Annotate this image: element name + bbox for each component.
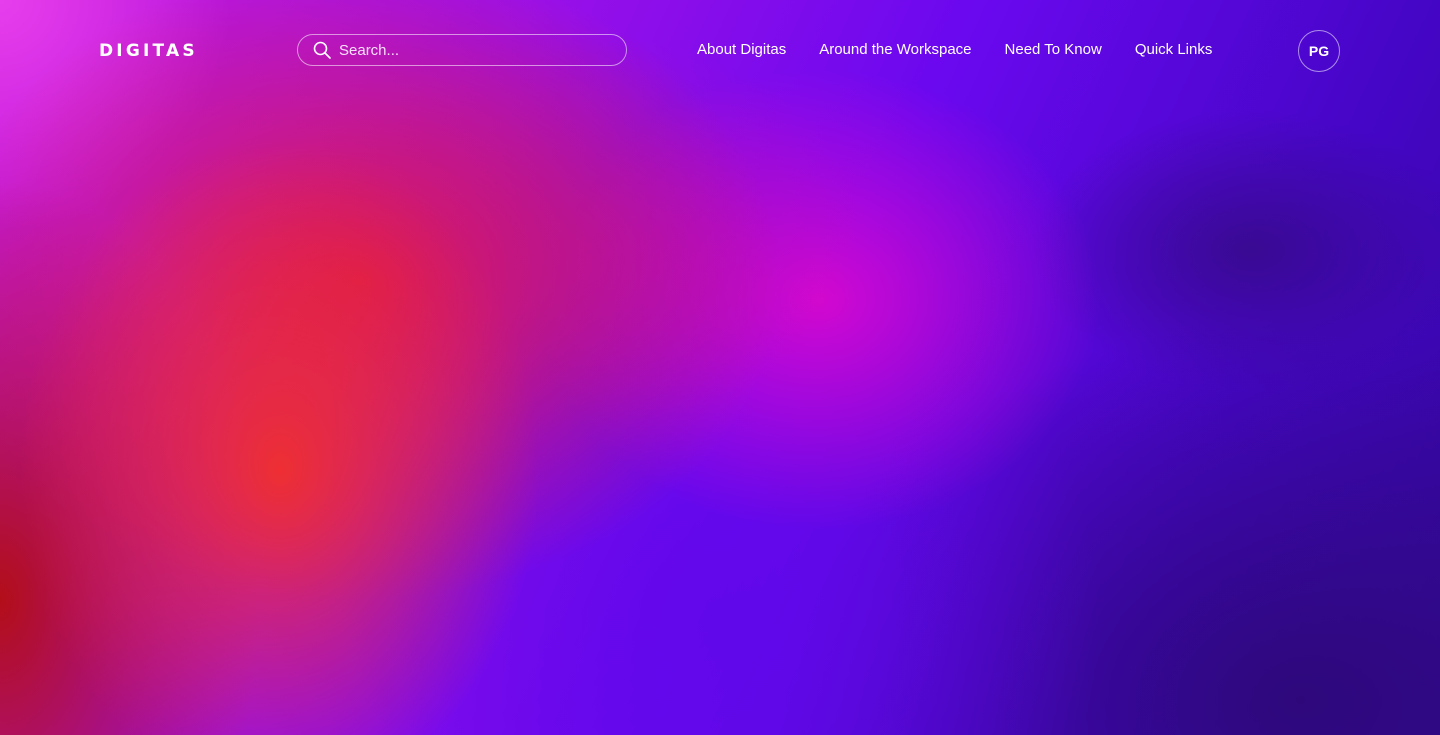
- nav-link-quick-links[interactable]: Quick Links: [1135, 41, 1213, 59]
- search-box[interactable]: [297, 34, 627, 66]
- hero-gradient-background: [0, 0, 1440, 735]
- digitas-logo[interactable]: DIGITAS: [99, 41, 198, 61]
- top-navigation-bar: DIGITAS About Digitas Around the Workspa…: [0, 0, 1440, 100]
- user-avatar[interactable]: PG: [1298, 30, 1340, 72]
- nav-link-need-to-know[interactable]: Need To Know: [1005, 41, 1102, 59]
- search-input[interactable]: [339, 41, 609, 59]
- nav-link-about-digitas[interactable]: About Digitas: [697, 41, 786, 59]
- search-icon: [313, 41, 331, 59]
- nav-link-around-the-workspace[interactable]: Around the Workspace: [819, 41, 971, 59]
- main-nav: About Digitas Around the Workspace Need …: [697, 41, 1212, 59]
